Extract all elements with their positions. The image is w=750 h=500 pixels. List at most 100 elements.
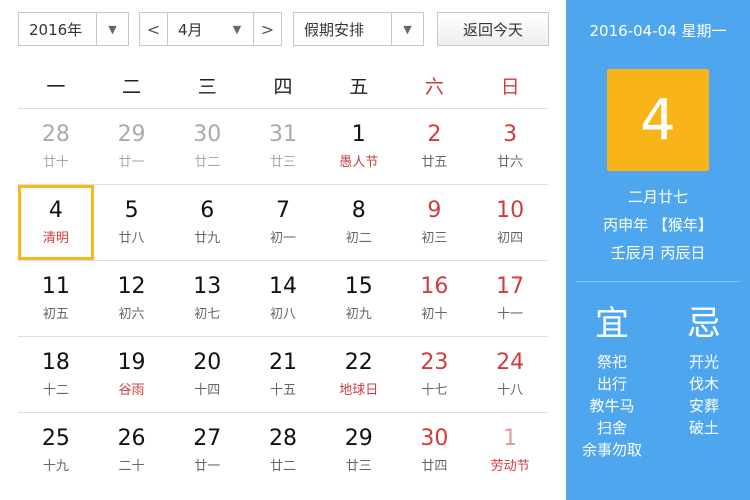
lunar-label: 谷雨 <box>118 383 145 399</box>
lunar-label: 初二 <box>345 231 372 247</box>
calendar-grid: 一 二 三 四 五 六 日 28 廿十 29 廿一 30 廿二 31 廿三 1 愚人节 2 廿五 3 廿六… <box>18 62 548 488</box>
day-number: 1 <box>351 121 366 147</box>
calendar-day-cell[interactable]: 2 廿五 <box>397 109 473 184</box>
day-number: 24 <box>496 349 525 375</box>
day-number: 12 <box>117 273 146 299</box>
back-to-today-button[interactable]: 返回今天 <box>437 12 549 46</box>
holiday-select[interactable]: 假期安排 ▼ <box>293 12 424 46</box>
calendar-day-cell[interactable]: 26 二十 <box>94 413 170 488</box>
calendar-day-cell[interactable]: 31 廿三 <box>245 109 321 184</box>
calendar-day-cell[interactable]: 21 十五 <box>245 337 321 412</box>
lunar-label: 廿三 <box>269 155 296 171</box>
calendar-day-cell[interactable]: 30 廿四 <box>397 413 473 488</box>
lunar-label: 初三 <box>421 231 448 247</box>
calendar-day-cell[interactable]: 10 初四 <box>472 185 548 260</box>
prev-month-button[interactable]: < <box>140 13 168 45</box>
calendar-day-cell[interactable]: 12 初六 <box>94 261 170 336</box>
calendar-day-cell[interactable]: 18 十二 <box>18 337 94 412</box>
calendar-day-cell[interactable]: 23 十七 <box>397 337 473 412</box>
calendar-day-cell[interactable]: 28 廿二 <box>245 413 321 488</box>
day-number: 7 <box>275 197 290 223</box>
lunar-label: 十九 <box>42 459 69 475</box>
calendar-day-cell[interactable]: 11 初五 <box>18 261 94 336</box>
lunar-label: 清明 <box>42 231 69 247</box>
calendar-week-row: 11 初五 12 初六 13 初七 14 初八 15 初九 16 初十 17 十一 <box>18 261 548 337</box>
lunar-label: 初八 <box>269 307 296 323</box>
calendar-day-cell[interactable]: 15 初九 <box>321 261 397 336</box>
chevron-down-icon[interactable]: ▼ <box>221 13 253 45</box>
selected-date: 2016-04-04 星期一 <box>589 22 727 40</box>
lunar-label: 十一 <box>497 307 524 323</box>
calendar-day-cell[interactable]: 1 愚人节 <box>321 109 397 184</box>
calendar-day-cell[interactable]: 19 谷雨 <box>94 337 170 412</box>
calendar-day-cell[interactable]: 16 初十 <box>397 261 473 336</box>
calendar-day-cell[interactable]: 22 地球日 <box>321 337 397 412</box>
lunar-label: 十二 <box>42 383 69 399</box>
year-select[interactable]: 2016年 ▼ <box>18 12 129 46</box>
calendar-week-row: 4 清明 5 廿八 6 廿九 7 初一 8 初二 9 初三 10 初四 <box>18 185 548 261</box>
lunar-label: 廿九 <box>194 231 221 247</box>
lunar-label: 廿一 <box>194 459 221 475</box>
lunar-label: 初九 <box>345 307 372 323</box>
ganzhi-year: 丙申年 【猴年】 <box>603 216 713 234</box>
yi-ji-section: 宜 祭祀 出行 教牛马 扫舍 余事勿取 忌 开光 伐木 安葬 破土 <box>566 296 750 461</box>
lunar-label: 廿三 <box>345 459 372 475</box>
yi-item: 扫舍 <box>596 419 627 437</box>
calendar-day-cell[interactable]: 29 廿一 <box>94 109 170 184</box>
year-select-value: 2016年 <box>29 20 83 39</box>
ji-column: 忌 开光 伐木 安葬 破土 <box>658 296 750 461</box>
lunar-label: 初一 <box>269 231 296 247</box>
calendar-day-cell[interactable]: 6 廿九 <box>169 185 245 260</box>
lunar-label: 初七 <box>194 307 221 323</box>
day-number: 30 <box>420 425 449 451</box>
calendar-day-cell[interactable]: 29 廿三 <box>321 413 397 488</box>
lunar-label: 廿四 <box>421 459 448 475</box>
lunar-label: 廿五 <box>421 155 448 171</box>
calendar-week-row: 25 十九 26 二十 27 廿一 28 廿二 29 廿三 30 廿四 1 劳动节 <box>18 413 548 488</box>
day-number: 2 <box>427 121 442 147</box>
calendar-day-cell[interactable]: 9 初三 <box>397 185 473 260</box>
chevron-down-icon[interactable]: ▼ <box>96 13 128 45</box>
day-number: 27 <box>193 425 222 451</box>
calendar-day-cell[interactable]: 24 十八 <box>472 337 548 412</box>
weekday-label: 一 <box>46 75 66 98</box>
calendar-day-cell[interactable]: 20 十四 <box>169 337 245 412</box>
calendar-day-cell[interactable]: 25 十九 <box>18 413 94 488</box>
toolbar: 2016年 ▼ < 4月 ▼ > 假期安排 ▼ 返回今天 <box>0 0 560 62</box>
calendar-day-cell[interactable]: 7 初一 <box>245 185 321 260</box>
calendar-day-cell[interactable]: 30 廿二 <box>169 109 245 184</box>
day-number: 30 <box>193 121 222 147</box>
day-number: 1 <box>503 425 518 451</box>
month-select-value[interactable]: 4月 <box>168 19 221 40</box>
calendar-day-cell[interactable]: 3 廿六 <box>472 109 548 184</box>
day-number: 15 <box>344 273 373 299</box>
calendar-day-cell[interactable]: 8 初二 <box>321 185 397 260</box>
day-number: 16 <box>420 273 449 299</box>
yi-item: 出行 <box>596 375 627 393</box>
calendar-day-cell[interactable]: 17 十一 <box>472 261 548 336</box>
day-number: 14 <box>268 273 297 299</box>
lunar-info: 二月廿七 丙申年 【猴年】 壬辰月 丙辰日 <box>566 183 750 267</box>
weekday-label: 三 <box>197 75 217 98</box>
lunar-label: 廿八 <box>118 231 145 247</box>
calendar-day-cell[interactable]: 27 廿一 <box>169 413 245 488</box>
calendar-day-cell[interactable]: 5 廿八 <box>94 185 170 260</box>
lunar-label: 初十 <box>421 307 448 323</box>
calendar-day-cell-selected[interactable]: 4 清明 <box>18 185 94 260</box>
day-number: 3 <box>503 121 518 147</box>
next-month-button[interactable]: > <box>253 13 281 45</box>
lunar-label: 十八 <box>497 383 524 399</box>
yi-column: 宜 祭祀 出行 教牛马 扫舍 余事勿取 <box>566 296 658 461</box>
calendar-day-cell[interactable]: 1 劳动节 <box>472 413 548 488</box>
lunar-label: 十四 <box>194 383 221 399</box>
calendar-day-cell[interactable]: 28 廿十 <box>18 109 94 184</box>
lunar-label: 初五 <box>42 307 69 323</box>
calendar-day-cell[interactable]: 13 初七 <box>169 261 245 336</box>
day-number: 29 <box>117 121 146 147</box>
day-number: 23 <box>420 349 449 375</box>
chevron-down-icon[interactable]: ▼ <box>391 13 423 45</box>
big-day-number: 4 <box>607 69 709 171</box>
day-number: 28 <box>268 425 297 451</box>
calendar-day-cell[interactable]: 14 初八 <box>245 261 321 336</box>
lunar-label: 廿一 <box>118 155 145 171</box>
